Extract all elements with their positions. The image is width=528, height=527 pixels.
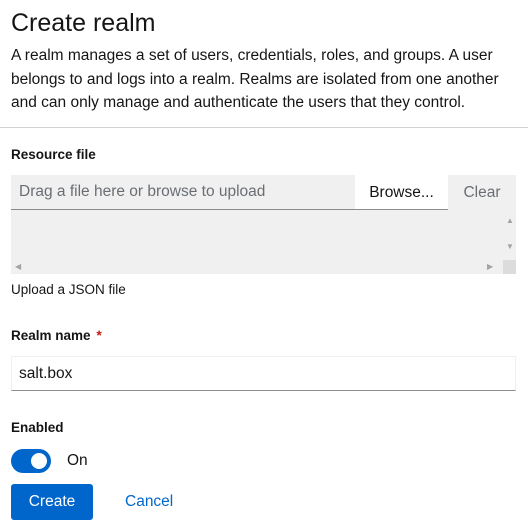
page-header: Create realm A realm manages a set of us… xyxy=(0,0,528,115)
file-upload-input[interactable]: Drag a file here or browse to upload xyxy=(11,175,355,210)
create-realm-form: Resource file Drag a file here or browse… xyxy=(11,147,516,520)
scroll-left-icon[interactable]: ◀ xyxy=(15,263,21,271)
scroll-down-icon[interactable]: ▼ xyxy=(506,243,514,251)
helper-text: Upload a JSON file xyxy=(11,282,126,297)
create-button[interactable]: Create xyxy=(11,484,93,520)
file-upload-row: Drag a file here or browse to upload Bro… xyxy=(11,175,516,210)
form-actions: Create Cancel xyxy=(11,484,173,520)
switch-knob xyxy=(31,453,47,469)
header-divider xyxy=(0,127,528,128)
scrollbar-corner xyxy=(503,260,516,274)
scroll-up-icon[interactable]: ▲ xyxy=(506,217,514,225)
cancel-button[interactable]: Cancel xyxy=(125,493,173,511)
horizontal-scrollbar[interactable]: ◀ ▶ xyxy=(11,260,503,274)
resource-file-label: Resource file xyxy=(11,147,96,162)
browse-button[interactable]: Browse... xyxy=(355,175,448,210)
enabled-toggle-row: On xyxy=(11,449,88,473)
vertical-scrollbar[interactable]: ▲ ▼ xyxy=(503,210,516,258)
switch-state-text: On xyxy=(67,452,88,469)
required-marker: * xyxy=(96,328,102,343)
enabled-switch[interactable] xyxy=(11,449,51,473)
enabled-label: Enabled xyxy=(11,420,64,435)
page-description: A realm manages a set of users, credenti… xyxy=(11,47,499,111)
realm-name-input[interactable]: salt.box xyxy=(11,356,516,391)
page-title: Create realm xyxy=(11,9,156,37)
scroll-right-icon[interactable]: ▶ xyxy=(487,263,493,271)
clear-button[interactable]: Clear xyxy=(448,175,516,210)
realm-name-label: Realm name * xyxy=(11,328,102,344)
file-content-textarea[interactable]: ▲ ▼ ◀ ▶ xyxy=(11,210,516,274)
realm-name-label-text: Realm name xyxy=(11,328,91,343)
